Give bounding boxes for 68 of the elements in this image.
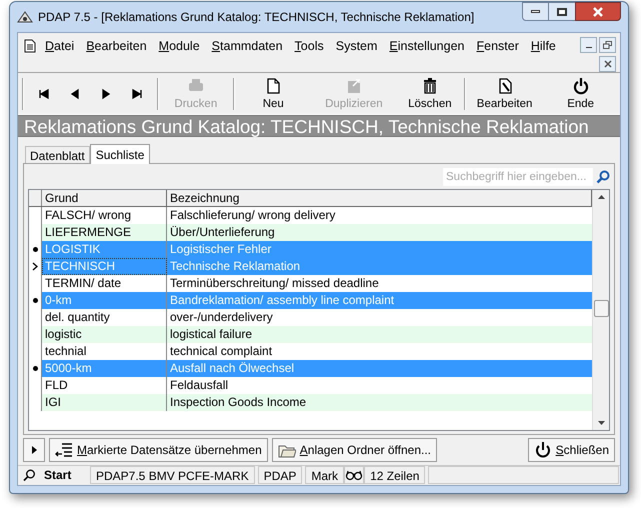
form-header: Reklamations Grund Katalog: TECHNISCH, Technische Reklamation bbox=[18, 115, 620, 137]
row-count: 12 Zeilen bbox=[364, 466, 426, 484]
restore-button[interactable] bbox=[599, 37, 616, 53]
table-cell-text: technical complaint bbox=[169, 343, 274, 360]
scrollbar-thumb[interactable] bbox=[594, 300, 608, 317]
open-folder-button[interactable]: Anlagen Ordner öffnen... bbox=[272, 438, 437, 462]
tab[interactable]: Datenblatt bbox=[25, 146, 90, 163]
table-cell-text: Falschlieferung/ wrong delivery bbox=[169, 207, 336, 224]
table-cell-text: Inspection Goods Income bbox=[169, 394, 308, 411]
table-cell-text: Bandreklamation/ assembly line complaint bbox=[169, 292, 396, 309]
toolbar-button[interactable]: Ende bbox=[541, 74, 620, 114]
search-icon bbox=[23, 468, 36, 482]
status-field: Mark bbox=[305, 466, 344, 484]
status-field: PDAP bbox=[258, 466, 302, 484]
close-button[interactable]: Schließen bbox=[528, 438, 615, 462]
close-icon bbox=[592, 6, 604, 16]
table-cell-text: Ausfall nach Ölwechsel bbox=[169, 360, 296, 377]
table-cell-text: Technische Reklamation bbox=[169, 258, 302, 275]
glasses-icon bbox=[345, 469, 364, 481]
triangle-icon bbox=[32, 446, 36, 454]
maximize-button[interactable] bbox=[549, 2, 575, 21]
menu-item[interactable]: Einstellungen bbox=[389, 37, 464, 56]
minimize-icon bbox=[531, 10, 540, 13]
table-cell-text: Logistischer Fehler bbox=[169, 241, 272, 258]
table-cell-text: Über/Unterlieferung bbox=[169, 224, 276, 241]
table-cell: IGI bbox=[42, 394, 167, 411]
app-icon bbox=[17, 10, 33, 24]
minimize-button[interactable] bbox=[580, 37, 597, 53]
document-icon bbox=[24, 39, 36, 53]
menu-item[interactable]: Datei bbox=[45, 37, 74, 56]
previous-record-button[interactable] bbox=[69, 88, 81, 100]
menu-item[interactable]: Stammdaten bbox=[212, 37, 283, 56]
power-icon bbox=[572, 76, 590, 94]
expand-button[interactable] bbox=[23, 438, 45, 462]
menu-item[interactable]: Hilfe bbox=[530, 37, 556, 56]
window-title: PDAP 7.5 - [Reklamations Grund Katalog: TECHNISCH, Technische Reklamation] bbox=[38, 9, 474, 26]
table-cell-text: Feldausfall bbox=[169, 377, 230, 394]
table-cell-text: Terminüberschreitung/ missed deadline bbox=[169, 275, 380, 292]
toolbar-button[interactable]: Bearbeiten bbox=[468, 74, 542, 114]
menu-item[interactable]: System bbox=[336, 37, 378, 56]
table-cell-text: over-/underdelivery bbox=[169, 309, 274, 326]
column-header[interactable]: Grund bbox=[42, 190, 167, 206]
close-button[interactable] bbox=[575, 2, 621, 21]
minimize-button[interactable] bbox=[522, 2, 549, 21]
power-icon bbox=[534, 441, 552, 459]
first-record-button[interactable] bbox=[38, 88, 50, 100]
menu-item[interactable]: Fenster bbox=[476, 37, 519, 56]
search-icon[interactable] bbox=[596, 170, 610, 184]
minimize-icon bbox=[586, 47, 592, 48]
menu-item[interactable]: Module bbox=[158, 37, 200, 56]
status-field: PDAP7.5 BMV PCFE-MARK bbox=[90, 466, 255, 484]
toolbar-button[interactable]: Neu bbox=[236, 74, 310, 114]
restore-icon bbox=[603, 41, 612, 49]
maximize-icon bbox=[557, 8, 567, 16]
apply-button[interactable]: Markierte Datensätze übernehmen bbox=[49, 438, 268, 462]
close-icon bbox=[604, 60, 612, 68]
menu-item[interactable]: Tools bbox=[294, 37, 324, 56]
scrollbar[interactable] bbox=[592, 190, 609, 430]
tab[interactable]: Suchliste bbox=[90, 144, 150, 164]
last-record-button[interactable] bbox=[131, 88, 143, 100]
start-button[interactable]: Start bbox=[19, 466, 87, 484]
table-cell-text: logistical failure bbox=[169, 326, 254, 343]
toolbar-button[interactable]: Löschen bbox=[398, 74, 462, 114]
search-field[interactable]: Suchbegriff hier eingeben... bbox=[443, 168, 593, 186]
close-button[interactable] bbox=[599, 56, 616, 72]
next-record-button[interactable] bbox=[100, 88, 112, 100]
menu-item[interactable]: Bearbeiten bbox=[86, 37, 147, 56]
list-arrow-icon bbox=[55, 441, 73, 459]
